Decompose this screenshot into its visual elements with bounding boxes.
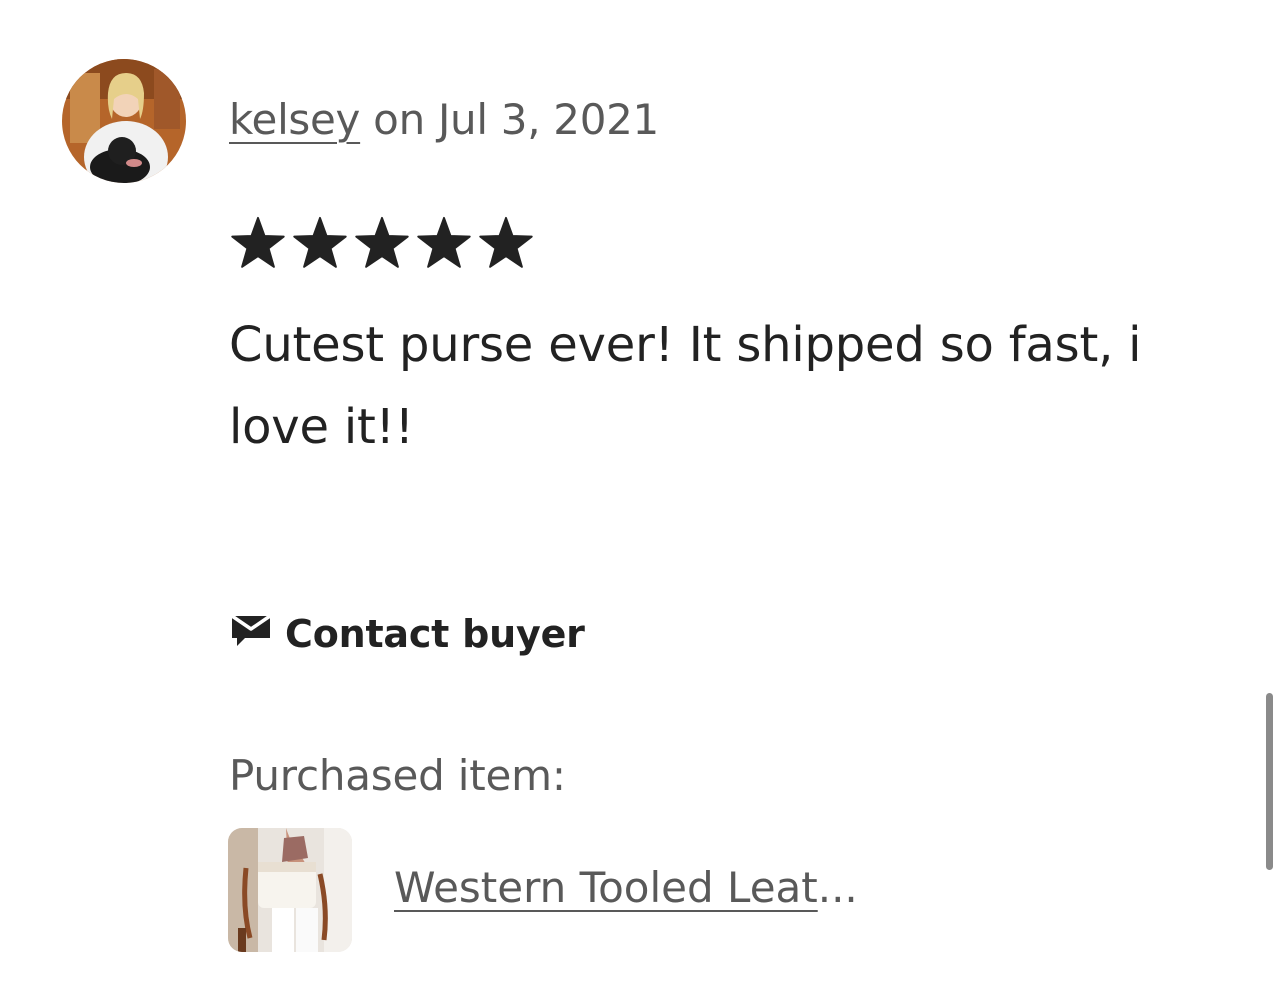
review-date: on Jul 3, 2021 — [360, 95, 659, 144]
star-icon — [353, 214, 411, 274]
item-thumbnail[interactable] — [228, 828, 352, 952]
star-icon — [291, 214, 349, 274]
star-rating — [229, 214, 535, 274]
avatar-photo — [62, 59, 186, 183]
purchased-item-label: Purchased item: — [229, 751, 566, 800]
item-title: Western Tooled Leat — [394, 863, 818, 912]
title-ellipsis: ... — [817, 863, 858, 912]
star-icon — [477, 214, 535, 274]
avatar[interactable] — [62, 59, 186, 183]
contact-buyer-button[interactable]: Contact buyer — [229, 608, 585, 660]
star-icon — [415, 214, 473, 274]
review-card: kelsey on Jul 3, 2021 Cutest purse ever!… — [0, 0, 1284, 1000]
scrollbar[interactable] — [1266, 693, 1273, 870]
purchased-item-link[interactable]: Western Tooled Leat... — [394, 862, 858, 914]
reviewer-name-link[interactable]: kelsey — [229, 95, 360, 144]
contact-buyer-label: Contact buyer — [285, 612, 585, 656]
message-icon — [229, 612, 273, 656]
item-photo — [228, 828, 352, 952]
review-text: Cutest purse ever! It shipped so fast, i… — [229, 317, 1142, 455]
star-icon — [229, 214, 287, 274]
review-byline: kelsey on Jul 3, 2021 — [229, 94, 659, 146]
